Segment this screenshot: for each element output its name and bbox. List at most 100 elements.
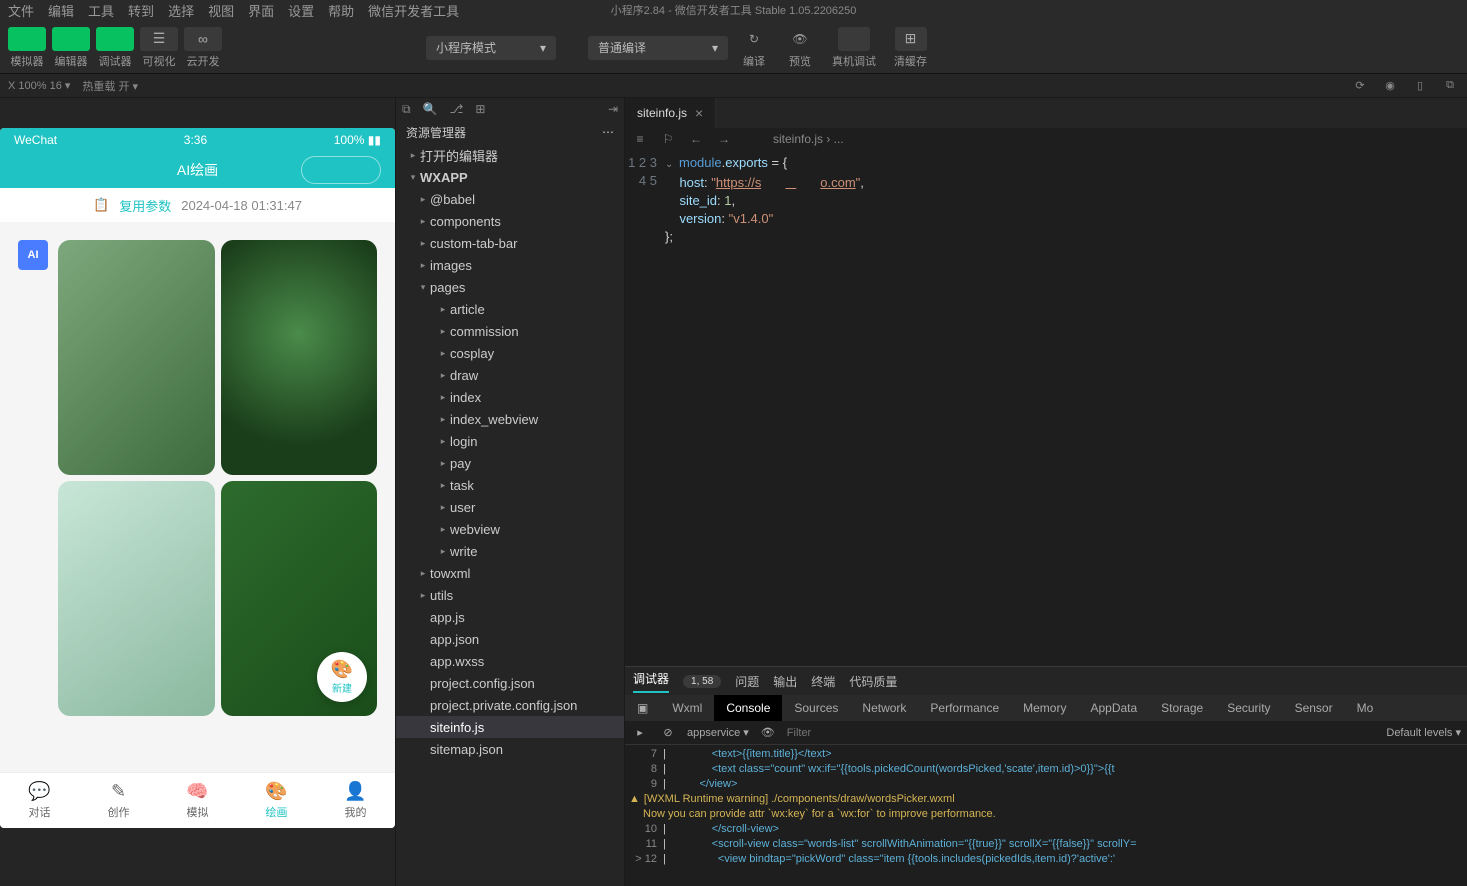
folder-towxml[interactable]: ▸towxml [396, 562, 624, 584]
menu-interface[interactable]: 界面 [248, 1, 274, 20]
folder-utils[interactable]: ▸utils [396, 584, 624, 606]
debugger-tab-output[interactable]: 输出 [773, 673, 797, 690]
console-output[interactable]: 7| <text>{{item.title}}</text>8| <text c… [625, 745, 1467, 886]
debugger-tab-quality[interactable]: 代码质量 [849, 673, 897, 690]
more-icon[interactable]: ⋯ [602, 125, 614, 139]
debugger-tab-terminal[interactable]: 终端 [811, 673, 835, 690]
tab-simulate[interactable]: 🧠模拟 [158, 773, 237, 828]
devtab-appdata[interactable]: AppData [1078, 695, 1149, 721]
mode-dropdown[interactable]: 小程序模式▾ [426, 36, 556, 60]
compile-mode-dropdown[interactable]: 普通编译▾ [588, 36, 728, 60]
code-body[interactable]: ⌄module.exports = { host: "https://s o.c… [665, 150, 864, 666]
list-icon[interactable]: ≡ [631, 132, 649, 146]
nav-back-icon[interactable]: ← [687, 132, 705, 146]
gallery-image[interactable] [58, 240, 215, 475]
folder-article[interactable]: ▸article [396, 298, 624, 320]
reuse-params-link[interactable]: 复用参数 [119, 196, 171, 215]
tab-me[interactable]: 👤我的 [316, 773, 395, 828]
file-tab-siteinfo[interactable]: siteinfo.js × [625, 98, 716, 128]
folder-webview[interactable]: ▸webview [396, 518, 624, 540]
menu-tools[interactable]: 工具 [88, 1, 114, 20]
record-icon[interactable]: ◉ [1381, 77, 1399, 95]
console-toggle-icon[interactable]: ▸ [631, 726, 649, 739]
zoom-dropdown[interactable]: X 100% 16 ▾ [8, 79, 70, 92]
folder-draw[interactable]: ▸draw [396, 364, 624, 386]
menu-view[interactable]: 视图 [208, 1, 234, 20]
simulator-toggle[interactable] [8, 27, 46, 51]
remote-debug-button[interactable] [838, 27, 870, 51]
menu-help[interactable]: 帮助 [328, 1, 354, 20]
search-icon[interactable]: 🔍 [423, 102, 438, 116]
dock-icon[interactable]: ▣ [625, 695, 660, 721]
files-icon[interactable]: ⧉ [402, 102, 411, 117]
menu-edit[interactable]: 编辑 [48, 1, 74, 20]
folder-user[interactable]: ▸user [396, 496, 624, 518]
visual-toggle[interactable]: ☰ [140, 27, 178, 51]
devtab-more[interactable]: Mo [1345, 695, 1386, 721]
tab-create[interactable]: ✎创作 [79, 773, 158, 828]
folder-pages[interactable]: ▾pages [396, 276, 624, 298]
menu-select[interactable]: 选择 [168, 1, 194, 20]
file-project-private-config-json[interactable]: project.private.config.json [396, 694, 624, 716]
menu-wxdevtools[interactable]: 微信开发者工具 [368, 1, 459, 20]
devtab-network[interactable]: Network [850, 695, 918, 721]
gallery-image[interactable] [221, 240, 378, 475]
open-editors-section[interactable]: ▸打开的编辑器 [396, 144, 624, 166]
folder-login[interactable]: ▸login [396, 430, 624, 452]
breadcrumb[interactable]: siteinfo.js › ... [773, 132, 844, 146]
console-filter-input[interactable] [787, 727, 1377, 739]
folder-custom-tab-bar[interactable]: ▸custom-tab-bar [396, 232, 624, 254]
popout-icon[interactable]: ⧉ [1441, 77, 1459, 95]
devtab-memory[interactable]: Memory [1011, 695, 1078, 721]
menu-goto[interactable]: 转到 [128, 1, 154, 20]
eye-icon[interactable]: 👁 [759, 726, 777, 739]
extensions-icon[interactable]: ⊞ [475, 102, 485, 116]
folder-cosplay[interactable]: ▸cosplay [396, 342, 624, 364]
capsule-menu[interactable] [301, 156, 381, 184]
folder-images[interactable]: ▸images [396, 254, 624, 276]
new-fab-button[interactable]: 🎨 新建 [317, 652, 367, 702]
menu-file[interactable]: 文件 [8, 1, 34, 20]
device-icon[interactable]: ▯ [1411, 77, 1429, 95]
folder-@babel[interactable]: ▸@babel [396, 188, 624, 210]
debugger-tab-problems[interactable]: 问题 [735, 673, 759, 690]
context-selector[interactable]: appservice ▾ [687, 726, 749, 739]
cloud-toggle[interactable]: ∞ [184, 27, 222, 51]
devtab-performance[interactable]: Performance [918, 695, 1011, 721]
file-app-json[interactable]: app.json [396, 628, 624, 650]
folder-task[interactable]: ▸task [396, 474, 624, 496]
devtab-storage[interactable]: Storage [1149, 695, 1215, 721]
folder-write[interactable]: ▸write [396, 540, 624, 562]
git-icon[interactable]: ⎇ [450, 102, 464, 116]
nav-forward-icon[interactable]: → [715, 132, 733, 146]
devtab-sensor[interactable]: Sensor [1283, 695, 1345, 721]
file-siteinfo-js[interactable]: siteinfo.js [396, 716, 624, 738]
bookmark-icon[interactable]: ⚐ [659, 132, 677, 146]
refresh-icon[interactable]: ⟳ [1351, 77, 1369, 95]
hotreload-dropdown[interactable]: 热重载 开 ▾ [82, 78, 138, 94]
project-section[interactable]: ▾WXAPP [396, 166, 624, 188]
file-app-wxss[interactable]: app.wxss [396, 650, 624, 672]
folder-pay[interactable]: ▸pay [396, 452, 624, 474]
file-app-js[interactable]: app.js [396, 606, 624, 628]
devtab-wxml[interactable]: Wxml [660, 695, 714, 721]
folder-index_webview[interactable]: ▸index_webview [396, 408, 624, 430]
folder-commission[interactable]: ▸commission [396, 320, 624, 342]
devtab-console[interactable]: Console [714, 695, 782, 721]
folder-components[interactable]: ▸components [396, 210, 624, 232]
file-project-config-json[interactable]: project.config.json [396, 672, 624, 694]
code-editor[interactable]: 1 2 3 4 5 ⌄module.exports = { host: "htt… [625, 150, 1467, 666]
clear-cache-button[interactable]: ⊞ [895, 27, 927, 51]
folder-index[interactable]: ▸index [396, 386, 624, 408]
tab-chat[interactable]: 💬对话 [0, 773, 79, 828]
devtab-security[interactable]: Security [1215, 695, 1282, 721]
compile-button[interactable]: ↻ [740, 27, 768, 51]
debugger-tab-active[interactable]: 调试器 [633, 670, 669, 693]
gallery-image[interactable] [58, 481, 215, 716]
menu-settings[interactable]: 设置 [288, 1, 314, 20]
panel-toggle-icon[interactable]: ⇥ [608, 102, 618, 116]
debugger-toggle[interactable] [96, 27, 134, 51]
close-icon[interactable]: × [695, 105, 703, 121]
file-sitemap-json[interactable]: sitemap.json [396, 738, 624, 760]
devtab-sources[interactable]: Sources [782, 695, 850, 721]
